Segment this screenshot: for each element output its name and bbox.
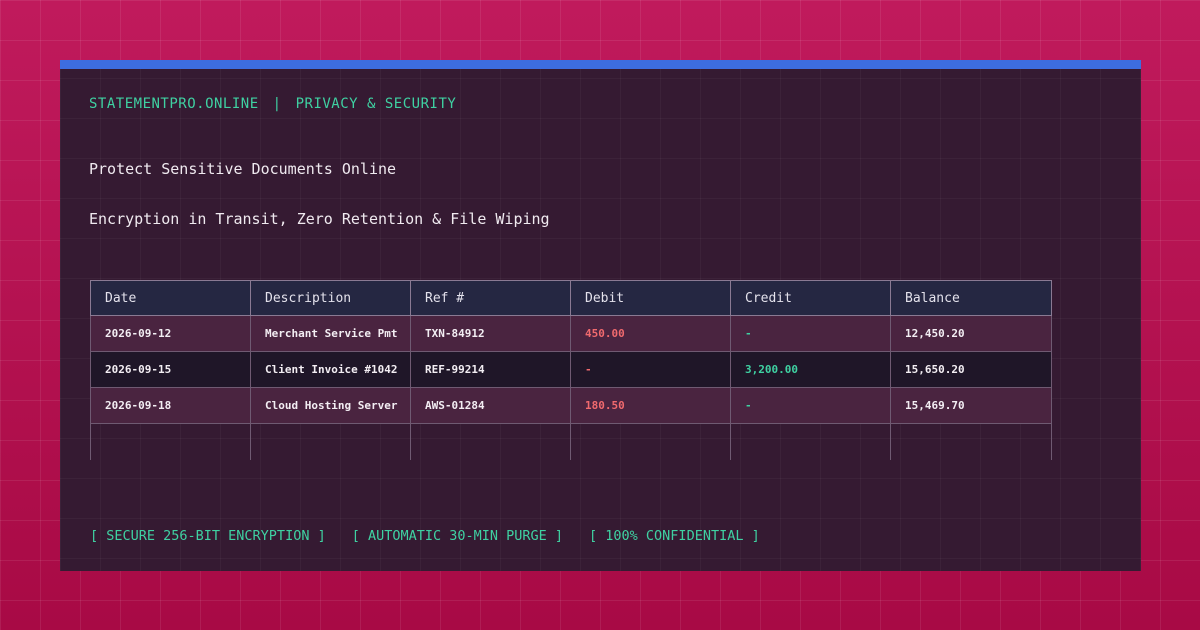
- empty-table-row: [90, 423, 1052, 460]
- page-title: Protect Sensitive Documents Online: [89, 160, 397, 178]
- cell-date: 2026-09-18: [90, 387, 251, 424]
- table-header-row: Date Description Ref # Debit Credit Bala…: [90, 280, 1052, 316]
- cell-description: Client Invoice #1042: [250, 351, 411, 388]
- site-domain[interactable]: STATEMENTPRO.ONLINE: [89, 96, 259, 112]
- cell-ref: AWS-01284: [410, 387, 571, 424]
- cell-debit: 450.00: [570, 315, 731, 352]
- feature-tag-confidential: [ 100% CONFIDENTIAL ]: [589, 528, 760, 544]
- cell-debit: 180.50: [570, 387, 731, 424]
- cell-date: 2026-09-15: [90, 351, 251, 388]
- cell-debit: -: [570, 351, 731, 388]
- page-subtitle: Encryption in Transit, Zero Retention & …: [89, 210, 550, 228]
- brand-separator: |: [272, 96, 282, 112]
- feature-tag-purge: [ AUTOMATIC 30-MIN PURGE ]: [351, 528, 564, 544]
- transaction-table: Date Description Ref # Debit Credit Bala…: [90, 280, 1052, 460]
- cell-credit: 3,200.00: [730, 351, 891, 388]
- cell-ref: TXN-84912: [410, 315, 571, 352]
- cell-credit: -: [730, 387, 891, 424]
- cell-description: Cloud Hosting Server: [250, 387, 411, 424]
- cell-description: Merchant Service Pmt: [250, 315, 411, 352]
- feature-tags: [ SECURE 256-BIT ENCRYPTION ] [ AUTOMATI…: [90, 528, 760, 544]
- cell-balance: 12,450.20: [890, 315, 1052, 352]
- empty-cell: [890, 423, 1052, 460]
- column-header-balance: Balance: [890, 280, 1052, 316]
- feature-tag-encryption: [ SECURE 256-BIT ENCRYPTION ]: [90, 528, 326, 544]
- column-header-debit: Debit: [570, 280, 731, 316]
- section-label: PRIVACY & SECURITY: [295, 96, 457, 112]
- table-row: 2026-09-18 Cloud Hosting Server AWS-0128…: [90, 387, 1052, 424]
- table-row: 2026-09-15 Client Invoice #1042 REF-9921…: [90, 351, 1052, 388]
- cell-date: 2026-09-12: [90, 315, 251, 352]
- empty-cell: [90, 423, 251, 460]
- statement-card: STATEMENTPRO.ONLINE | PRIVACY & SECURITY P…: [60, 60, 1141, 571]
- table-row: 2026-09-12 Merchant Service Pmt TXN-8491…: [90, 315, 1052, 352]
- empty-cell: [570, 423, 731, 460]
- brand-line: STATEMENTPRO.ONLINE | PRIVACY & SECURITY: [89, 96, 456, 112]
- column-header-credit: Credit: [730, 280, 891, 316]
- cell-ref: REF-99214: [410, 351, 571, 388]
- column-header-description: Description: [250, 280, 411, 316]
- empty-cell: [730, 423, 891, 460]
- column-header-ref: Ref #: [410, 280, 571, 316]
- column-header-date: Date: [90, 280, 251, 316]
- cell-balance: 15,650.20: [890, 351, 1052, 388]
- empty-cell: [410, 423, 571, 460]
- cell-credit: -: [730, 315, 891, 352]
- cell-balance: 15,469.70: [890, 387, 1052, 424]
- empty-cell: [250, 423, 411, 460]
